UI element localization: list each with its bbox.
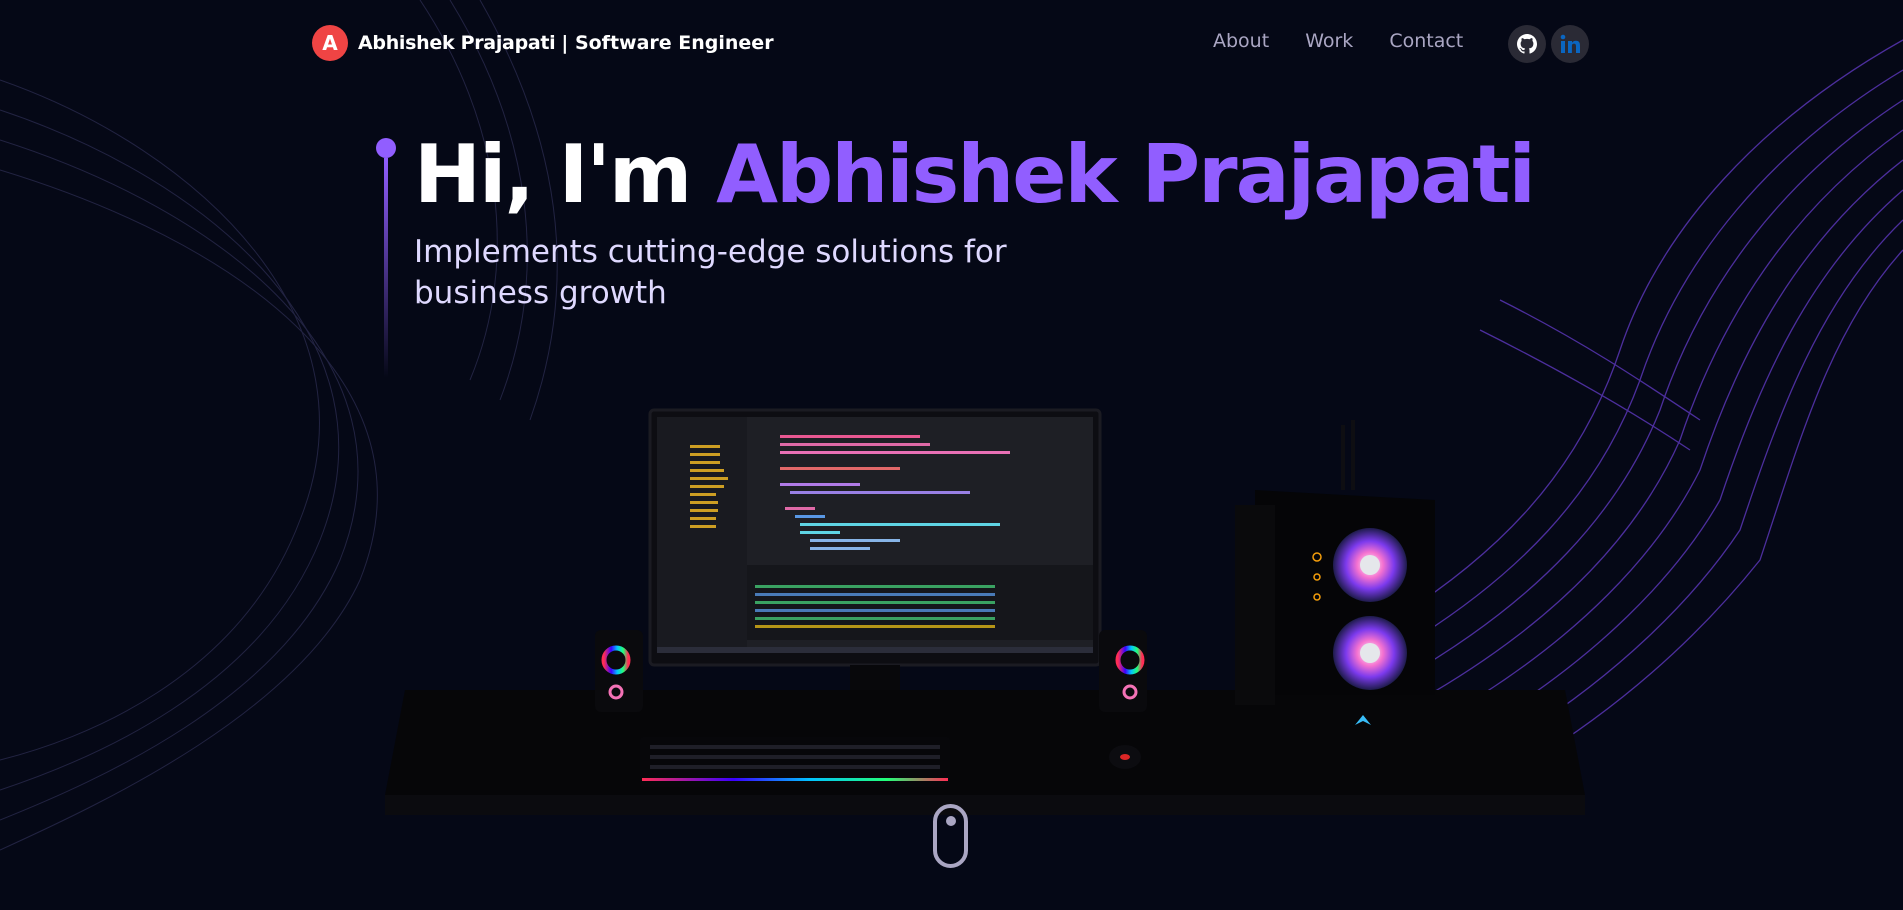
navbar: A Abhishek Prajapati | Software Engineer…	[0, 0, 1903, 85]
logo-letter: A	[322, 31, 338, 55]
nav-links: About Work Contact	[1213, 30, 1499, 52]
hero-accent-bar	[376, 138, 396, 378]
desk-front	[385, 795, 1585, 815]
scroll-indicator[interactable]	[933, 804, 968, 868]
linkedin-icon	[1560, 34, 1580, 53]
nav-link-work[interactable]: Work	[1305, 30, 1353, 52]
nav-link-about[interactable]: About	[1213, 30, 1269, 52]
hero-greeting: Hi, I'm	[414, 128, 692, 221]
scroll-indicator-dot	[945, 816, 956, 826]
brand-link[interactable]: A Abhishek Prajapati | Software Engineer	[312, 25, 774, 61]
editor-status-bar	[657, 647, 1093, 653]
editor-sidebar	[657, 417, 747, 653]
hero-accent-line	[384, 158, 388, 378]
github-icon	[1517, 34, 1537, 54]
computer-desk-scene	[385, 408, 1585, 815]
hero-accent-dot	[376, 138, 396, 158]
nav-link-contact[interactable]: Contact	[1389, 30, 1463, 52]
brand-name: Abhishek Prajapati	[358, 32, 556, 54]
desk-top	[385, 690, 1585, 795]
hero-name: Abhishek Prajapati	[716, 128, 1536, 221]
hero-subtitle: Implements cutting-edge solutions for bu…	[414, 232, 1054, 314]
linkedin-button[interactable]	[1551, 25, 1589, 63]
github-button[interactable]	[1508, 25, 1546, 63]
hero-title: Hi, I'm Abhishek Prajapati	[414, 125, 1536, 225]
logo: A	[312, 25, 348, 61]
hero-subtitle-line2: business growth	[414, 275, 667, 311]
hero-subtitle-line1: Implements cutting-edge solutions for	[414, 234, 1007, 270]
brand-role: | Software Engineer	[561, 32, 774, 54]
monitor-stand	[850, 665, 900, 690]
